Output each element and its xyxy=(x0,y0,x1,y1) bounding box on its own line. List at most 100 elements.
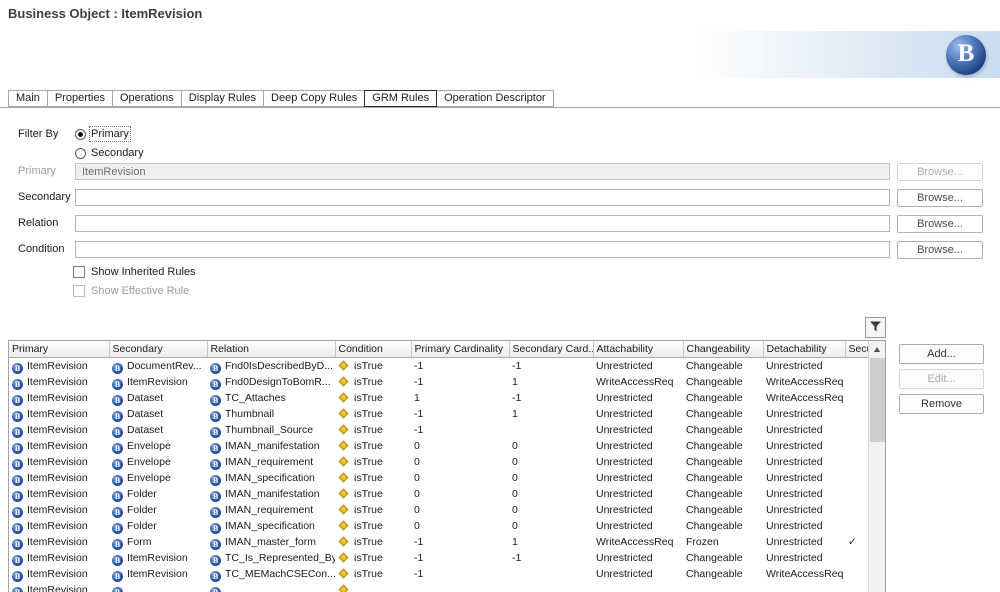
condition-label: Condition xyxy=(18,243,65,255)
radio-option-secondary[interactable]: Secondary xyxy=(75,146,144,160)
cell-secondary: B Dataset xyxy=(109,406,207,422)
condition-icon xyxy=(338,408,349,418)
cell-primary-cardinality: 0 xyxy=(414,471,420,484)
cell-changeability: Changeable xyxy=(686,503,743,516)
tab-display-rules[interactable]: Display Rules xyxy=(180,90,265,107)
table-row[interactable]: B ItemRevision B ItemRevision B TC_MEMachCSEC… xyxy=(9,566,870,582)
tab-properties[interactable]: Properties xyxy=(46,90,113,107)
column-header-secur[interactable]: Secur xyxy=(845,341,871,358)
condition-icon xyxy=(338,568,349,578)
scrollbar-thumb[interactable] xyxy=(870,358,885,442)
column-header-changeability[interactable]: Changeability xyxy=(683,341,764,358)
cell-text: isTrue xyxy=(354,359,383,372)
column-header-secondary-card[interactable]: Secondary Card... xyxy=(509,341,594,358)
business-object-icon: B xyxy=(12,586,23,592)
add-button[interactable]: Add... xyxy=(899,344,984,364)
cell-attachability: Unrestricted xyxy=(596,439,653,452)
cell-condition: isTrue xyxy=(335,438,411,454)
cell-relation: B IMAN_manifestation xyxy=(207,438,335,454)
secondary-input[interactable] xyxy=(75,189,890,206)
remove-button[interactable]: Remove xyxy=(899,394,984,414)
business-object-icon: B xyxy=(112,426,123,438)
cell-text: isTrue xyxy=(354,487,383,500)
cell-attachability: Unrestricted xyxy=(596,391,653,404)
cell-text: IMAN_requirement xyxy=(225,503,314,516)
business-object-icon: B xyxy=(12,538,23,550)
secondary-browse-button[interactable]: Browse... xyxy=(897,189,983,207)
relation-input[interactable] xyxy=(75,215,890,232)
column-header-primary-cardinality[interactable]: Primary Cardinality xyxy=(411,341,510,358)
cell-relation: B TC_MEMachCSECon... xyxy=(207,566,335,582)
column-header-attachability[interactable]: Attachability xyxy=(593,341,684,358)
cell-text: isTrue xyxy=(354,391,383,404)
business-object-icon: B xyxy=(112,394,123,406)
tab-deep-copy-rules[interactable]: Deep Copy Rules xyxy=(263,90,366,107)
filter-by-label: Filter By xyxy=(18,128,59,140)
table-row[interactable]: B ItemRevision B ItemRevision B TC_Is_Represe… xyxy=(9,550,870,566)
cell-text: TC_MEMachCSECon... xyxy=(225,567,335,580)
table-row[interactable]: B ItemRevision B Form B IMAN_master_form isTru… xyxy=(9,534,870,550)
tab-operations[interactable]: Operations xyxy=(111,90,182,107)
cell-text: IMAN_specification xyxy=(225,471,315,484)
cell-attachability: Unrestricted xyxy=(596,503,653,516)
cell-text: ItemRevision xyxy=(127,551,188,564)
column-header-relation[interactable]: Relation xyxy=(207,341,336,358)
cell-text: TC_Is_Represented_By xyxy=(225,551,335,564)
condition-input[interactable] xyxy=(75,241,890,258)
cell-attachability: Unrestricted xyxy=(596,567,653,580)
radio-option-primary[interactable]: Primary xyxy=(75,126,131,142)
column-header-secondary[interactable]: Secondary xyxy=(109,341,208,358)
cell-relation: B IMAN_specification xyxy=(207,470,335,486)
column-header-condition[interactable]: Condition xyxy=(335,341,412,358)
cell-secondary-cardinality: 0 xyxy=(512,471,518,484)
table-vertical-scrollbar[interactable] xyxy=(868,341,885,592)
filter-table-button[interactable] xyxy=(865,317,886,338)
business-object-icon: B xyxy=(112,458,123,470)
table-row[interactable]: B ItemRevision B Dataset B Thumbnail_Source is… xyxy=(9,422,870,438)
cell-detachability: Unrestricted xyxy=(766,535,823,548)
table-row[interactable]: B ItemRevision B Envelope B IMAN_specificatio… xyxy=(9,470,870,486)
cell-primary: B ItemRevision xyxy=(9,502,109,518)
table-row[interactable]: B ItemRevision B Dataset B TC_Attaches isTrue 1… xyxy=(9,390,870,406)
cell-secur xyxy=(845,406,870,422)
table-row[interactable]: B ItemRevision B DocumentRev... B Fnd0IsDescr… xyxy=(9,357,870,374)
table-row[interactable]: B ItemRevision B Envelope B IMAN_requirement i… xyxy=(9,454,870,470)
table-row[interactable]: B ItemRevision B Envelope B IMAN_manifestatio… xyxy=(9,438,870,454)
cell-relation: B IMAN_specification xyxy=(207,518,335,534)
table-row[interactable]: B ItemRevision B Folder B IMAN_manifestation i… xyxy=(9,486,870,502)
radio-label: Secondary xyxy=(91,147,144,159)
tab-operation-descriptor[interactable]: Operation Descriptor xyxy=(436,90,554,107)
relation-browse-button[interactable]: Browse... xyxy=(897,215,983,233)
condition-icon xyxy=(338,536,349,546)
cell-text: ItemRevision xyxy=(27,359,88,372)
checkbox-show-effective-rule: Show Effective Rule xyxy=(73,284,189,298)
cell-secur xyxy=(845,438,870,454)
table-row[interactable]: B ItemRevision B Folder B IMAN_requirement isT… xyxy=(9,502,870,518)
business-object-icon: B xyxy=(12,554,23,566)
scroll-up-arrow-icon[interactable] xyxy=(869,341,885,357)
table-row[interactable]: B ItemRevision B B xyxy=(9,582,870,592)
cell-condition: isTrue xyxy=(335,550,411,566)
table-row[interactable]: B ItemRevision B Folder B IMAN_specification i… xyxy=(9,518,870,534)
tab-grm-rules[interactable]: GRM Rules xyxy=(364,90,438,107)
cell-text: ItemRevision xyxy=(27,391,88,404)
cell-changeability: Changeable xyxy=(686,487,743,500)
cell-text: Dataset xyxy=(127,407,164,420)
tab-main[interactable]: Main xyxy=(8,90,48,107)
column-header-detachability[interactable]: Detachability xyxy=(763,341,846,358)
cell-text: ItemRevision xyxy=(27,455,88,468)
cell-secondary: B Envelope xyxy=(109,470,207,486)
table-row[interactable]: B ItemRevision B ItemRevision B Fnd0DesignToB… xyxy=(9,374,870,390)
cell-text: ItemRevision xyxy=(27,407,88,420)
business-object-icon: B xyxy=(210,522,221,534)
cell-primary-cardinality: -1 xyxy=(414,535,424,548)
checkbox-show-inherited-rules[interactable]: Show Inherited Rules xyxy=(73,265,196,279)
checkbox-icon xyxy=(73,266,85,278)
cell-text: ItemRevision xyxy=(27,375,88,388)
table-row[interactable]: B ItemRevision B Dataset B Thumbnail isTrue -1 1… xyxy=(9,406,870,422)
cell-detachability: Unrestricted xyxy=(766,487,823,500)
business-object-icon: B xyxy=(112,538,123,550)
column-header-primary[interactable]: Primary xyxy=(9,341,110,358)
cell-detachability: Unrestricted xyxy=(766,551,823,564)
condition-browse-button[interactable]: Browse... xyxy=(897,241,983,259)
